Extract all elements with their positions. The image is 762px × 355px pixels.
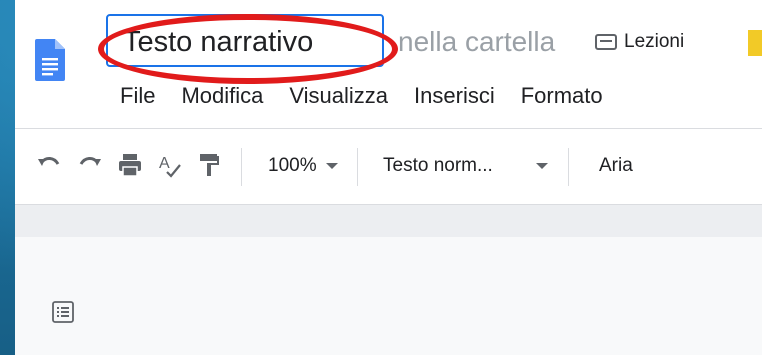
undo-icon[interactable] [34, 150, 64, 180]
ruler [15, 204, 762, 238]
menu-file[interactable]: File [120, 80, 155, 112]
document-title[interactable]: Testo narrativo [123, 24, 313, 60]
document-canvas[interactable] [15, 237, 762, 355]
document-outline-icon[interactable] [51, 300, 75, 324]
folder-name-highlight [748, 30, 762, 56]
google-docs-icon[interactable] [35, 27, 65, 93]
toolbar-divider [568, 148, 569, 186]
print-icon[interactable] [115, 150, 145, 180]
menu-formato[interactable]: Formato [521, 80, 603, 112]
google-docs-window: Testo narrativo nella cartella Lezioni F… [15, 0, 762, 355]
style-select[interactable]: Testo norm... [383, 154, 493, 178]
spellcheck-icon[interactable]: A [155, 150, 185, 180]
toolbar: A 100% Testo norm... Aria [15, 130, 762, 202]
folder-icon[interactable] [595, 33, 617, 51]
folder-name[interactable]: Lezioni [624, 30, 684, 54]
zoom-select[interactable]: 100% [268, 154, 317, 178]
toolbar-divider [241, 148, 242, 186]
redo-icon[interactable] [75, 150, 105, 180]
header-divider [15, 128, 762, 129]
menu-visualizza[interactable]: Visualizza [289, 80, 388, 112]
svg-text:A: A [159, 155, 170, 172]
chevron-down-icon[interactable] [326, 163, 338, 169]
paint-format-icon[interactable] [194, 150, 224, 180]
toolbar-divider [357, 148, 358, 186]
menu-bar: File Modifica Visualizza Inserisci Forma… [120, 80, 603, 112]
chevron-down-icon[interactable] [536, 163, 548, 169]
menu-modifica[interactable]: Modifica [181, 80, 263, 112]
menu-inserisci[interactable]: Inserisci [414, 80, 495, 112]
folder-prefix: nella cartella [398, 26, 556, 57]
font-select[interactable]: Aria [599, 154, 633, 178]
